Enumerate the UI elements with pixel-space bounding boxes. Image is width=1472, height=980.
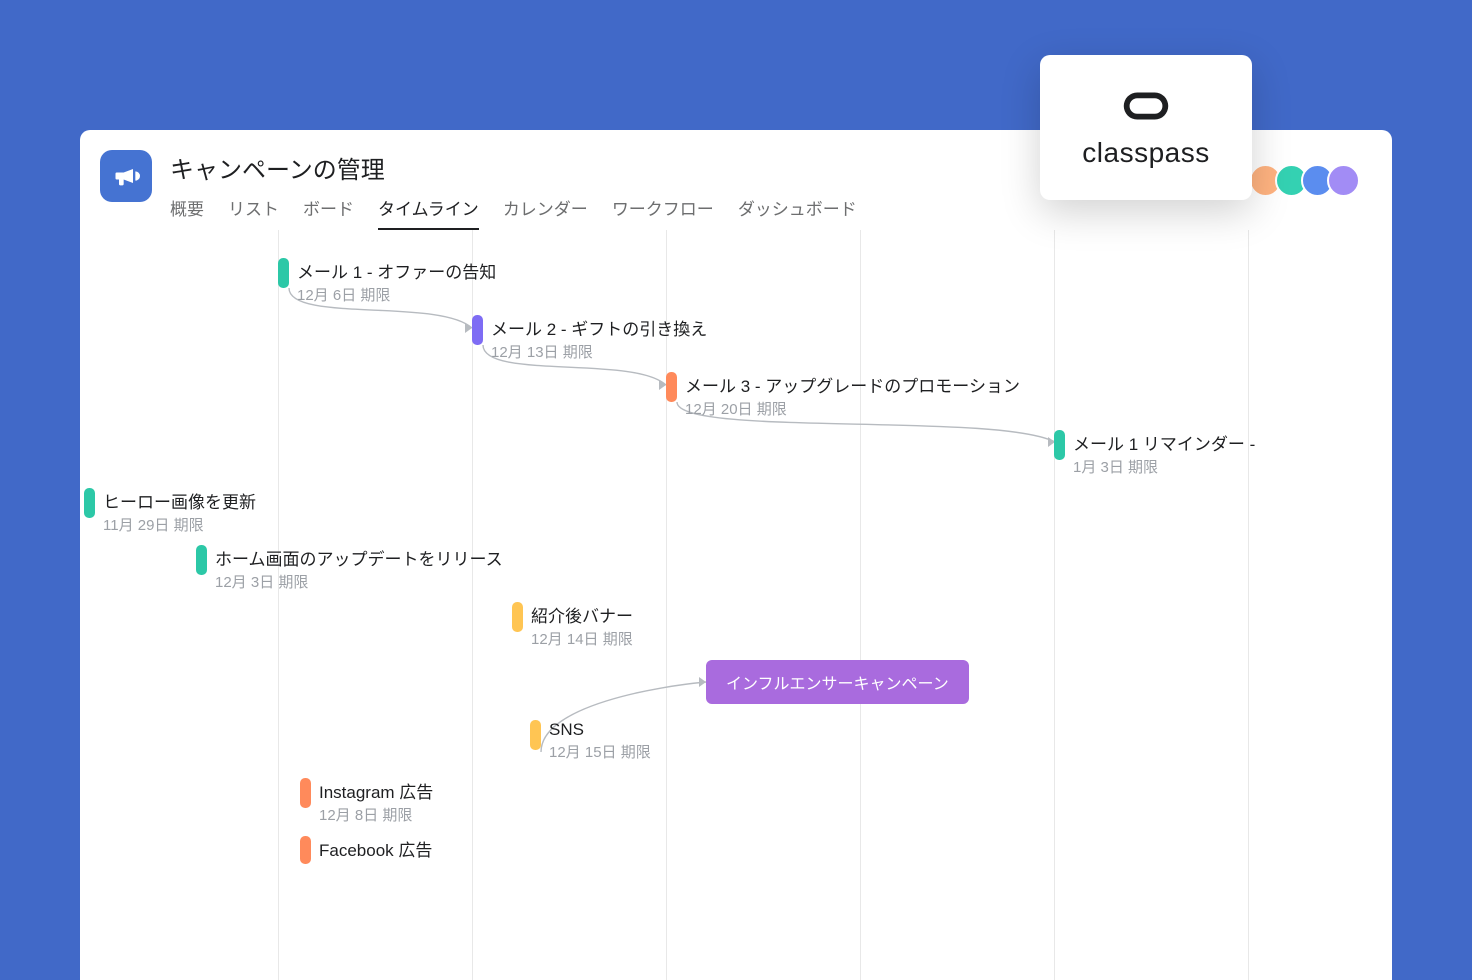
task-date: 1月 3日 期限: [1073, 456, 1255, 477]
task-pill: [512, 602, 523, 632]
task-date: 11月 29日 期限: [103, 514, 256, 535]
classpass-icon: [1117, 86, 1175, 131]
task-pill: [1054, 430, 1065, 460]
task-pill: [472, 315, 483, 345]
avatar[interactable]: [1327, 164, 1360, 197]
task-influencer-campaign[interactable]: インフルエンサーキャンペーン: [706, 660, 969, 704]
task-mail-1-reminder[interactable]: メール 1 リマインダー - 1月 3日 期限: [1054, 430, 1255, 477]
tab-workflow[interactable]: ワークフロー: [612, 195, 714, 230]
task-text: メール 1 リマインダー - 1月 3日 期限: [1073, 430, 1255, 477]
task-title: Facebook 広告: [319, 836, 432, 861]
task-pill: [300, 836, 311, 864]
task-title: メール 3 - アップグレードのプロモーション: [685, 372, 1020, 397]
gridline: [278, 230, 279, 980]
task-title: メール 1 - オファーの告知: [297, 258, 496, 283]
logo-card-classpass: classpass: [1040, 55, 1252, 200]
task-pill: [666, 372, 677, 402]
task-text: 紹介後バナー 12月 14日 期限: [531, 602, 633, 649]
task-text: ヒーロー画像を更新 11月 29日 期限: [103, 488, 256, 535]
task-text: ホーム画面のアップデートをリリース 12月 3日 期限: [215, 545, 503, 592]
task-mail-1[interactable]: メール 1 - オファーの告知 12月 6日 期限: [278, 258, 496, 305]
task-title: 紹介後バナー: [531, 602, 633, 627]
task-mail-2[interactable]: メール 2 - ギフトの引き換え 12月 13日 期限: [472, 315, 707, 362]
task-sns[interactable]: SNS 12月 15日 期限: [530, 720, 651, 762]
task-pill: [530, 720, 541, 750]
task-date: 12月 14日 期限: [531, 628, 633, 649]
task-pill: [84, 488, 95, 518]
task-date: 12月 13日 期限: [491, 341, 707, 362]
task-hero-image[interactable]: ヒーロー画像を更新 11月 29日 期限: [84, 488, 256, 535]
gridline: [1248, 230, 1249, 980]
task-title: ホーム画面のアップデートをリリース: [215, 545, 503, 570]
task-date: 12月 8日 期限: [319, 804, 433, 825]
gridline: [1054, 230, 1055, 980]
task-date: 12月 20日 期限: [685, 398, 1020, 419]
timeline-area[interactable]: メール 1 - オファーの告知 12月 6日 期限 メール 2 - ギフトの引き…: [80, 230, 1392, 980]
app-window: キャンペーンの管理 概要 リスト ボード タイムライン カレンダー ワークフロー…: [80, 130, 1392, 980]
tab-list[interactable]: リスト: [228, 195, 279, 230]
task-mail-3[interactable]: メール 3 - アップグレードのプロモーション 12月 20日 期限: [666, 372, 1020, 419]
tabs: 概要 リスト ボード タイムライン カレンダー ワークフロー ダッシュボード: [170, 195, 1223, 230]
task-title: メール 1 リマインダー -: [1073, 430, 1255, 455]
tab-board[interactable]: ボード: [303, 195, 354, 230]
project-icon-megaphone: [100, 150, 152, 202]
tab-timeline[interactable]: タイムライン: [378, 195, 479, 230]
tab-overview[interactable]: 概要: [170, 195, 204, 230]
task-text: メール 3 - アップグレードのプロモーション 12月 20日 期限: [685, 372, 1020, 419]
gridline: [860, 230, 861, 980]
tab-calendar[interactable]: カレンダー: [503, 195, 588, 230]
megaphone-icon: [112, 162, 140, 190]
task-pill: [300, 778, 311, 808]
task-title: ヒーロー画像を更新: [103, 488, 256, 513]
task-text: SNS 12月 15日 期限: [549, 720, 651, 762]
task-pill: [278, 258, 289, 288]
task-home-update[interactable]: ホーム画面のアップデートをリリース 12月 3日 期限: [196, 545, 503, 592]
task-text: Facebook 広告: [319, 836, 432, 861]
tab-dashboard[interactable]: ダッシュボード: [738, 195, 857, 230]
task-text: メール 2 - ギフトの引き換え 12月 13日 期限: [491, 315, 707, 362]
task-referral-banner[interactable]: 紹介後バナー 12月 14日 期限: [512, 602, 633, 649]
task-date: 12月 6日 期限: [297, 284, 496, 305]
task-facebook-ads[interactable]: Facebook 広告: [300, 836, 432, 864]
task-instagram-ads[interactable]: Instagram 広告 12月 8日 期限: [300, 778, 433, 825]
task-date: 12月 15日 期限: [549, 741, 651, 762]
classpass-text: classpass: [1082, 137, 1209, 169]
task-title: インフルエンサーキャンペーン: [726, 676, 949, 693]
task-title: Instagram 広告: [319, 778, 433, 803]
task-text: Instagram 広告 12月 8日 期限: [319, 778, 433, 825]
task-text: メール 1 - オファーの告知 12月 6日 期限: [297, 258, 496, 305]
task-date: 12月 3日 期限: [215, 571, 503, 592]
task-title: SNS: [549, 720, 651, 740]
task-pill: [196, 545, 207, 575]
task-title: メール 2 - ギフトの引き換え: [491, 315, 707, 340]
